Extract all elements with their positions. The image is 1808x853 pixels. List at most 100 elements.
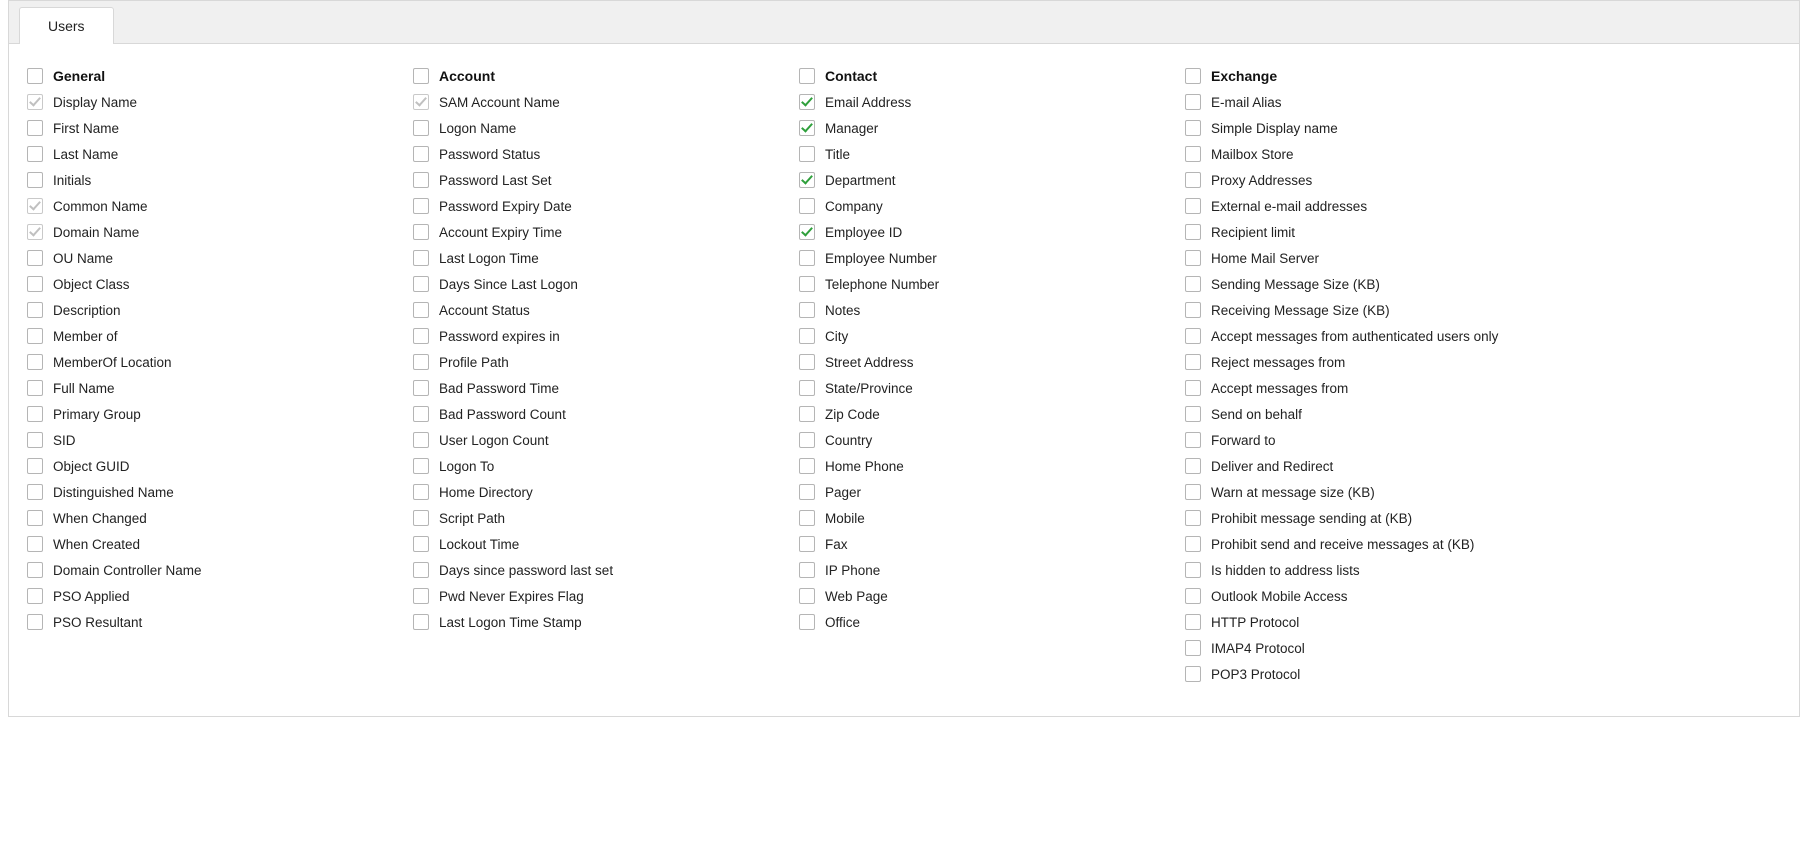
attribute-checkbox[interactable] bbox=[413, 354, 429, 370]
attribute-checkbox[interactable] bbox=[799, 536, 815, 552]
attribute-checkbox[interactable] bbox=[413, 458, 429, 474]
attribute-checkbox[interactable] bbox=[1185, 614, 1201, 630]
attribute-checkbox[interactable] bbox=[27, 406, 43, 422]
attribute-checkbox[interactable] bbox=[1185, 146, 1201, 162]
attribute-label: Member of bbox=[53, 329, 118, 344]
attribute-checkbox[interactable] bbox=[27, 562, 43, 578]
attribute-checkbox[interactable] bbox=[27, 302, 43, 318]
attribute-checkbox[interactable] bbox=[27, 588, 43, 604]
attribute-checkbox[interactable] bbox=[1185, 120, 1201, 136]
attribute-checkbox[interactable] bbox=[799, 432, 815, 448]
attribute-checkbox[interactable] bbox=[413, 120, 429, 136]
attribute-checkbox[interactable] bbox=[799, 510, 815, 526]
attribute-checkbox[interactable] bbox=[799, 458, 815, 474]
attribute-checkbox[interactable] bbox=[27, 458, 43, 474]
attribute-row: External e-mail addresses bbox=[1185, 198, 1781, 214]
attribute-checkbox[interactable] bbox=[1185, 484, 1201, 500]
attribute-checkbox[interactable] bbox=[413, 146, 429, 162]
select-all-checkbox-exchange[interactable] bbox=[1185, 68, 1201, 84]
attribute-checkbox[interactable] bbox=[413, 406, 429, 422]
tab-users[interactable]: Users bbox=[19, 7, 114, 44]
attribute-checkbox[interactable] bbox=[799, 484, 815, 500]
attribute-checkbox[interactable] bbox=[413, 510, 429, 526]
attribute-label: Employee Number bbox=[825, 251, 937, 266]
attribute-checkbox[interactable] bbox=[1185, 666, 1201, 682]
attribute-checkbox[interactable] bbox=[413, 588, 429, 604]
attribute-checkbox[interactable] bbox=[1185, 276, 1201, 292]
attribute-checkbox[interactable] bbox=[1185, 224, 1201, 240]
select-all-checkbox-account[interactable] bbox=[413, 68, 429, 84]
attribute-checkbox[interactable] bbox=[413, 302, 429, 318]
attribute-label: Account Expiry Time bbox=[439, 225, 562, 240]
attribute-checkbox[interactable] bbox=[413, 224, 429, 240]
attribute-checkbox[interactable] bbox=[413, 432, 429, 448]
attribute-checkbox[interactable] bbox=[27, 146, 43, 162]
attribute-checkbox[interactable] bbox=[27, 432, 43, 448]
attribute-checkbox[interactable] bbox=[27, 328, 43, 344]
attribute-checkbox[interactable] bbox=[1185, 588, 1201, 604]
attribute-checkbox[interactable] bbox=[799, 406, 815, 422]
attribute-checkbox[interactable] bbox=[27, 172, 43, 188]
attribute-checkbox[interactable] bbox=[413, 536, 429, 552]
attribute-checkbox[interactable] bbox=[413, 172, 429, 188]
attribute-checkbox[interactable] bbox=[799, 120, 815, 136]
attribute-label: OU Name bbox=[53, 251, 113, 266]
attribute-checkbox[interactable] bbox=[27, 120, 43, 136]
attribute-checkbox[interactable] bbox=[799, 146, 815, 162]
select-all-checkbox-general[interactable] bbox=[27, 68, 43, 84]
attribute-checkbox[interactable] bbox=[799, 328, 815, 344]
attribute-checkbox[interactable] bbox=[27, 484, 43, 500]
attribute-checkbox[interactable] bbox=[799, 354, 815, 370]
attribute-label: Home Mail Server bbox=[1211, 251, 1319, 266]
attribute-checkbox[interactable] bbox=[1185, 536, 1201, 552]
attribute-checkbox[interactable] bbox=[799, 250, 815, 266]
attribute-checkbox[interactable] bbox=[413, 380, 429, 396]
attribute-checkbox[interactable] bbox=[799, 198, 815, 214]
attribute-checkbox[interactable] bbox=[1185, 640, 1201, 656]
attribute-checkbox[interactable] bbox=[1185, 510, 1201, 526]
attribute-row: Last Name bbox=[27, 146, 413, 162]
attribute-checkbox[interactable] bbox=[413, 614, 429, 630]
attribute-checkbox[interactable] bbox=[413, 276, 429, 292]
attribute-checkbox[interactable] bbox=[413, 198, 429, 214]
attribute-checkbox[interactable] bbox=[413, 484, 429, 500]
attribute-checkbox[interactable] bbox=[413, 562, 429, 578]
attribute-checkbox[interactable] bbox=[1185, 198, 1201, 214]
attribute-checkbox[interactable] bbox=[413, 328, 429, 344]
attribute-checkbox[interactable] bbox=[27, 354, 43, 370]
attribute-checkbox[interactable] bbox=[413, 250, 429, 266]
attribute-label: Password Last Set bbox=[439, 173, 552, 188]
select-all-checkbox-contact[interactable] bbox=[799, 68, 815, 84]
attribute-checkbox[interactable] bbox=[27, 536, 43, 552]
attribute-checkbox[interactable] bbox=[1185, 302, 1201, 318]
attribute-row: Fax bbox=[799, 536, 1185, 552]
attribute-checkbox[interactable] bbox=[1185, 406, 1201, 422]
attribute-checkbox[interactable] bbox=[799, 276, 815, 292]
attribute-checkbox[interactable] bbox=[799, 562, 815, 578]
attribute-checkbox[interactable] bbox=[799, 224, 815, 240]
attribute-label: Sending Message Size (KB) bbox=[1211, 277, 1380, 292]
attribute-checkbox[interactable] bbox=[1185, 250, 1201, 266]
attribute-checkbox[interactable] bbox=[27, 380, 43, 396]
attribute-checkbox[interactable] bbox=[1185, 328, 1201, 344]
attribute-checkbox[interactable] bbox=[27, 276, 43, 292]
attribute-checkbox[interactable] bbox=[799, 94, 815, 110]
attribute-checkbox[interactable] bbox=[799, 588, 815, 604]
attribute-row: Display Name bbox=[27, 94, 413, 110]
attribute-checkbox[interactable] bbox=[799, 302, 815, 318]
attribute-checkbox[interactable] bbox=[1185, 94, 1201, 110]
attribute-checkbox[interactable] bbox=[799, 614, 815, 630]
attribute-checkbox[interactable] bbox=[799, 172, 815, 188]
attribute-checkbox[interactable] bbox=[27, 614, 43, 630]
attribute-checkbox[interactable] bbox=[799, 380, 815, 396]
attribute-checkbox[interactable] bbox=[27, 510, 43, 526]
attribute-checkbox[interactable] bbox=[1185, 380, 1201, 396]
attribute-label: Recipient limit bbox=[1211, 225, 1295, 240]
attribute-row: Mailbox Store bbox=[1185, 146, 1781, 162]
attribute-checkbox[interactable] bbox=[1185, 172, 1201, 188]
attribute-checkbox[interactable] bbox=[1185, 354, 1201, 370]
attribute-checkbox[interactable] bbox=[1185, 562, 1201, 578]
attribute-checkbox[interactable] bbox=[1185, 432, 1201, 448]
attribute-checkbox[interactable] bbox=[27, 250, 43, 266]
attribute-checkbox[interactable] bbox=[1185, 458, 1201, 474]
